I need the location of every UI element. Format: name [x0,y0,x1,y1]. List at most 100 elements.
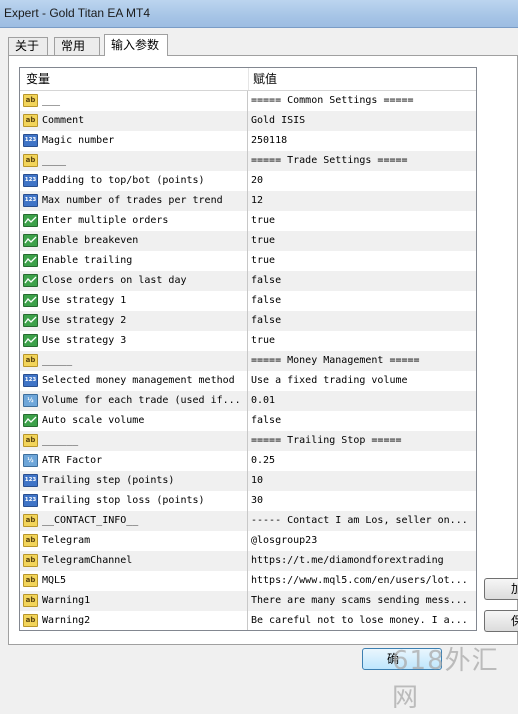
table-row[interactable]: ab MQL5 https://www.mql5.com/en/users/lot.… [20,571,476,591]
table-row[interactable]: ½ Volume for each trade (used if... 0.01 [20,391,476,411]
variable-name: Max number of trades per trend [42,195,223,206]
tab-inputs[interactable]: 输入参数 [104,34,168,56]
value-cell[interactable]: Gold ISIS [248,111,476,131]
variable-name: Close orders on last day [42,275,187,286]
tab-common[interactable]: 常用 [54,37,100,56]
value-cell[interactable]: 10 [248,471,476,491]
variable-name: _____ [42,355,73,366]
table-row[interactable]: 123 Trailing step (points) 10 [20,471,476,491]
table-row[interactable]: ab ____ ===== Trade Settings ===== [20,151,476,171]
variable-cell: Enable breakeven [20,231,248,251]
table-row[interactable]: Enable trailing true [20,251,476,271]
variable-name: Volume for each trade (used if... [42,395,241,406]
table-row[interactable]: 123 Max number of trades per trend 12 [20,191,476,211]
save-button[interactable]: 保 [484,610,518,632]
table-row[interactable]: Use strategy 2 false [20,311,476,331]
boolean-type-icon [23,274,38,287]
variable-name: Enable breakeven [42,235,139,246]
table-row[interactable]: Enable breakeven true [20,231,476,251]
double-type-icon: ½ [23,394,38,407]
value-cell[interactable]: @losgroup23 [248,531,476,551]
table-row[interactable]: ab Warning1 There are many scams sending m… [20,591,476,611]
variable-name: Use strategy 2 [42,315,127,326]
value-cell[interactable]: Be careful not to lose money. I a... [248,611,476,630]
table-row[interactable]: 123 Trailing stop loss (points) 30 [20,491,476,511]
variable-cell: ab Telegram [20,531,248,551]
value-cell[interactable]: ===== Trailing Stop ===== [248,431,476,451]
value-cell[interactable]: true [248,331,476,351]
value-cell[interactable]: true [248,231,476,251]
table-row[interactable]: ab Telegram @losgroup23 [20,531,476,551]
value-cell[interactable]: 250118 [248,131,476,151]
variable-cell: ab TelegramChannel [20,551,248,571]
string-type-icon: ab [23,614,38,627]
value-cell[interactable]: 30 [248,491,476,511]
value-cell[interactable]: ===== Money Management ===== [248,351,476,371]
integer-type-icon: 123 [23,134,38,147]
value-cell[interactable]: https://www.mql5.com/en/users/lot... [248,571,476,591]
variable-name: Use strategy 1 [42,295,127,306]
value-cell[interactable]: 12 [248,191,476,211]
value-cell[interactable]: ===== Trade Settings ===== [248,151,476,171]
variable-name: Enter multiple orders [42,215,169,226]
variable-cell: ab __CONTACT_INFO__ [20,511,248,531]
value-cell[interactable]: true [248,211,476,231]
variable-cell: Use strategy 2 [20,311,248,331]
table-row[interactable]: ½ ATR Factor 0.25 [20,451,476,471]
title-bar: Expert - Gold Titan EA MT4 [0,0,518,28]
table-row[interactable]: ab __CONTACT_INFO__ ----- Contact I am Los… [20,511,476,531]
table-row[interactable]: ab Warning2 Be careful not to lose money. … [20,611,476,630]
value-cell[interactable]: false [248,291,476,311]
load-button[interactable]: 加 [484,578,518,600]
table-row[interactable]: ab TelegramChannel https://t.me/diamondfor… [20,551,476,571]
table-row[interactable]: 123 Magic number 250118 [20,131,476,151]
value-cell[interactable]: ----- Contact I am Los, seller on... [248,511,476,531]
value-cell[interactable]: 20 [248,171,476,191]
variable-cell: 123 Max number of trades per trend [20,191,248,211]
value-cell[interactable]: false [248,411,476,431]
integer-type-icon: 123 [23,174,38,187]
string-type-icon: ab [23,434,38,447]
variable-name: ATR Factor [42,455,103,466]
variable-name: MQL5 [42,575,67,586]
table-row[interactable]: ab ______ ===== Trailing Stop ===== [20,431,476,451]
variable-name: Telegram [42,535,91,546]
variable-name: Warning1 [42,595,91,606]
column-header-value[interactable]: 赋值 [249,68,476,90]
variable-name: Trailing stop loss (points) [42,495,205,506]
boolean-type-icon [23,234,38,247]
integer-type-icon: 123 [23,194,38,207]
variable-cell: 123 Selected money management method [20,371,248,391]
value-cell[interactable]: false [248,271,476,291]
table-row[interactable]: Auto scale volume false [20,411,476,431]
variable-name: TelegramChannel [42,555,133,566]
value-cell[interactable]: 0.01 [248,391,476,411]
value-cell[interactable]: true [248,251,476,271]
variable-cell: ab ___ [20,91,248,111]
column-header-variable[interactable]: 变量 [20,68,249,90]
double-type-icon: ½ [23,454,38,467]
value-cell[interactable]: false [248,311,476,331]
tab-about[interactable]: 关于 [8,37,48,56]
table-row[interactable]: 123 Padding to top/bot (points) 20 [20,171,476,191]
table-row[interactable]: ab Comment Gold ISIS [20,111,476,131]
integer-type-icon: 123 [23,494,38,507]
variable-cell: ab ____ [20,151,248,171]
table-row[interactable]: Use strategy 1 false [20,291,476,311]
string-type-icon: ab [23,574,38,587]
value-cell[interactable]: 0.25 [248,451,476,471]
value-cell[interactable]: Use a fixed trading volume [248,371,476,391]
table-row[interactable]: Close orders on last day false [20,271,476,291]
table-row[interactable]: 123 Selected money management method Use a… [20,371,476,391]
value-cell[interactable]: There are many scams sending mess... [248,591,476,611]
variable-cell: Close orders on last day [20,271,248,291]
boolean-type-icon [23,314,38,327]
table-row[interactable]: Use strategy 3 true [20,331,476,351]
table-row[interactable]: ab _____ ===== Money Management ===== [20,351,476,371]
table-row[interactable]: Enter multiple orders true [20,211,476,231]
value-cell[interactable]: ===== Common Settings ===== [248,91,476,111]
variable-cell: Use strategy 3 [20,331,248,351]
table-row[interactable]: ab ___ ===== Common Settings ===== [20,91,476,111]
value-cell[interactable]: https://t.me/diamondforextrading [248,551,476,571]
string-type-icon: ab [23,354,38,367]
